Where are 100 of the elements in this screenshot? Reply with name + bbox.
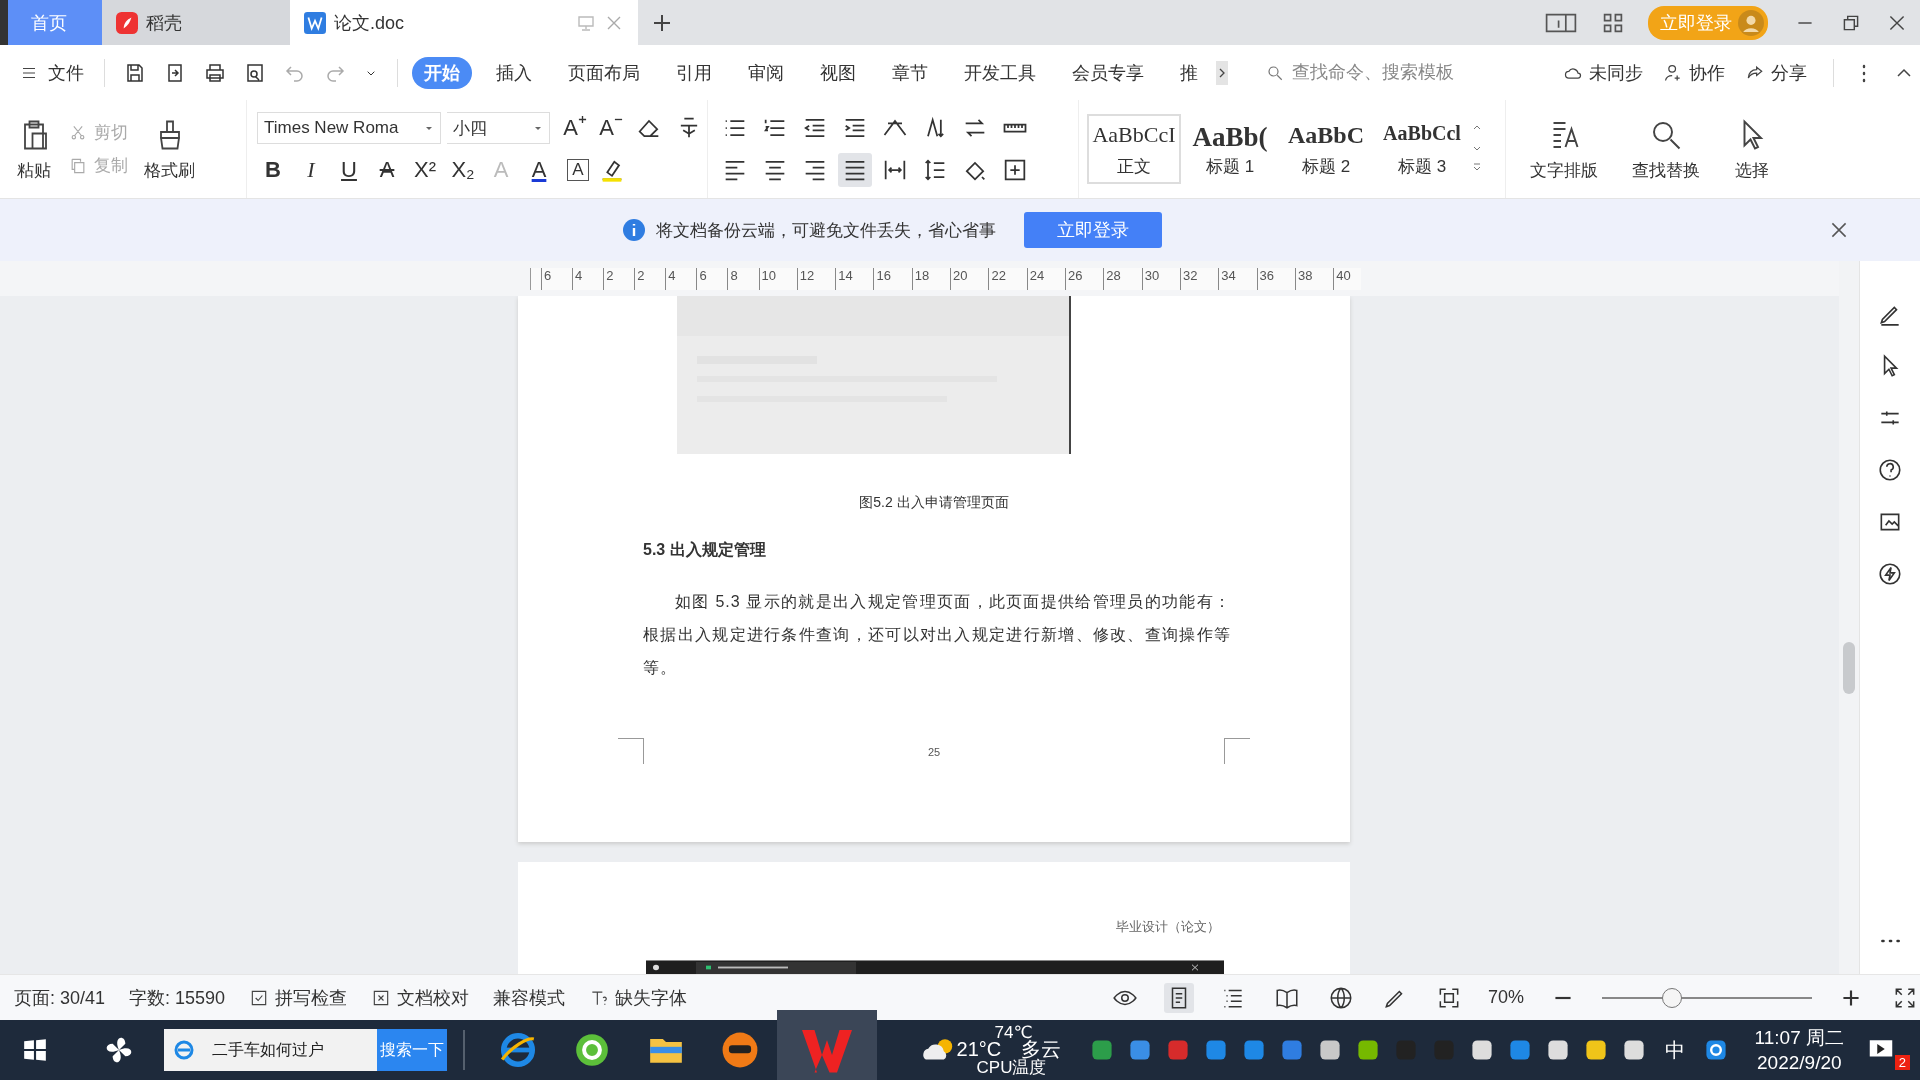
browser-icon[interactable] bbox=[499, 1031, 537, 1069]
ruler-number: 28 bbox=[1103, 267, 1121, 290]
tool-button[interactable]: 选择 bbox=[1734, 116, 1770, 182]
ruler-number: 14 bbox=[835, 267, 853, 290]
page-view-icon[interactable] bbox=[1163, 982, 1194, 1013]
app-tray-icon[interactable] bbox=[1703, 1038, 1728, 1062]
tool-button[interactable]: 文字排版 bbox=[1530, 116, 1598, 182]
bolt-icon[interactable] bbox=[1877, 561, 1903, 587]
ruler-number: 20 bbox=[950, 267, 968, 290]
tray-icon[interactable] bbox=[1317, 1038, 1342, 1062]
style-preset[interactable]: AaBbCcI 正文 bbox=[1087, 114, 1181, 184]
app-logo-icon bbox=[116, 11, 138, 34]
ruler-number: 34 bbox=[1218, 267, 1236, 290]
paragraph: 如图 5.3 显示的就是出入规定管理页面，此页面提供给管理员的功能有：根据出入规定进行条件查询，还可以对出入规定进行新增、修改、查询操作等等。 bbox=[643, 592, 1231, 678]
zoom-level[interactable]: 70% bbox=[1487, 987, 1524, 1008]
format-button[interactable]: A bbox=[523, 157, 555, 183]
format-button[interactable]: X² bbox=[409, 157, 441, 183]
notice-text: 将文档备份云端，可避免文件丢失，省心省事 bbox=[656, 219, 996, 242]
ribbon-tab[interactable]: 推 bbox=[1168, 56, 1210, 89]
plus-icon bbox=[577, 115, 587, 124]
info-icon bbox=[622, 218, 646, 242]
tray-icon[interactable] bbox=[1621, 1038, 1646, 1062]
crop-mark bbox=[618, 738, 644, 764]
ribbon-tab[interactable]: 开发工具 bbox=[952, 56, 1048, 89]
format-button[interactable]: X₂ bbox=[447, 157, 479, 183]
command-search-field[interactable]: 查找命令、搜索模板 bbox=[1266, 61, 1516, 84]
style-preset[interactable]: AaBbCcl 标题 3 bbox=[1375, 114, 1469, 184]
ruler-number: 40 bbox=[1333, 267, 1351, 290]
windows-start-icon[interactable] bbox=[22, 1037, 48, 1063]
ribbon-tab[interactable]: 审阅 bbox=[736, 56, 796, 89]
ruler-number: 2 bbox=[603, 267, 614, 290]
format-button[interactable]: I bbox=[295, 157, 327, 183]
ruler-number: 22 bbox=[988, 267, 1006, 290]
ribbon-tab[interactable]: 视图 bbox=[808, 56, 868, 89]
tray-icon[interactable] bbox=[1545, 1038, 1570, 1062]
weather-temperature: 21°C bbox=[956, 1038, 1002, 1061]
toolbar-action[interactable]: 分享 bbox=[1745, 60, 1807, 85]
font-size-button[interactable]: A bbox=[560, 115, 590, 141]
word-count: 字数: 15590 bbox=[129, 986, 226, 1010]
status-button[interactable]: 兼容模式 bbox=[493, 985, 566, 1010]
format-button[interactable]: B bbox=[257, 157, 289, 183]
ribbon-tab[interactable]: 章节 bbox=[880, 56, 940, 89]
ruler-number: 26 bbox=[1065, 267, 1083, 290]
ruler-number: 24 bbox=[1026, 267, 1045, 290]
login-button[interactable]: 立即登录 bbox=[1024, 212, 1162, 248]
taskbar-search-field[interactable]: 二手车如何过户 搜索一下 bbox=[164, 1029, 447, 1071]
vertical-scrollbar[interactable] bbox=[1839, 261, 1859, 974]
notification-count: 2 bbox=[1894, 1055, 1910, 1070]
ruler-number: 4 bbox=[665, 267, 676, 290]
browser-icon bbox=[172, 1038, 196, 1062]
style-preset[interactable]: AaBbC 标题 2 bbox=[1279, 114, 1373, 184]
ruler-number: 38 bbox=[1294, 267, 1313, 290]
search-button[interactable]: 搜索一下 bbox=[377, 1029, 447, 1071]
tray-icon[interactable] bbox=[1583, 1038, 1608, 1062]
font-name-field[interactable]: Times New Roma bbox=[257, 112, 441, 144]
ruler-number: 36 bbox=[1256, 267, 1275, 290]
slider-thumb[interactable] bbox=[1662, 987, 1683, 1008]
file-menu[interactable]: 文件 bbox=[20, 60, 90, 85]
writer-doc-icon bbox=[304, 11, 326, 34]
tray-icon[interactable] bbox=[1469, 1038, 1494, 1062]
format-button[interactable]: A bbox=[567, 159, 589, 181]
browser-icon[interactable] bbox=[573, 1031, 611, 1069]
figure-caption: 图5.2 出入申请管理页面 bbox=[858, 494, 1010, 512]
weather-description: 多云 bbox=[1020, 1038, 1061, 1060]
ribbon-tab[interactable]: 页面布局 bbox=[556, 56, 652, 89]
tool-button[interactable]: 查找替换 bbox=[1632, 116, 1700, 182]
paste-button[interactable]: 粘贴 bbox=[16, 116, 52, 182]
ribbon-tab[interactable]: 插入 bbox=[484, 56, 544, 89]
document-tab[interactable]: 稻壳 bbox=[102, 0, 290, 45]
chevron-right-icon[interactable] bbox=[1216, 59, 1228, 86]
avatar-icon bbox=[1738, 9, 1764, 36]
ruler-number: 32 bbox=[1180, 267, 1198, 290]
ribbon-tab[interactable]: 会员专享 bbox=[1060, 56, 1156, 89]
status-button[interactable]: 文档校对 bbox=[371, 985, 470, 1010]
page-number: 25 bbox=[926, 745, 942, 758]
justify-icon[interactable] bbox=[838, 153, 872, 187]
tray-icon[interactable] bbox=[1355, 1038, 1380, 1062]
page-count: 页面: 30/41 bbox=[14, 986, 106, 1010]
section-heading: 5.3 出入规定管理 bbox=[643, 540, 767, 560]
ribbon-tab[interactable]: 引用 bbox=[664, 56, 724, 89]
style-preset[interactable]: AaBb( 标题 1 bbox=[1183, 114, 1277, 184]
cpu-label: CPU温度 bbox=[976, 1058, 1047, 1079]
ruler-number: 4 bbox=[572, 267, 583, 290]
input-method[interactable]: 中 bbox=[1664, 1036, 1685, 1064]
ruler-number: 18 bbox=[911, 267, 930, 290]
toolbar-action[interactable]: 未同步 bbox=[1563, 60, 1643, 85]
format-painter-button[interactable]: 格式刷 bbox=[144, 116, 195, 182]
font-size-button[interactable]: A bbox=[596, 115, 626, 141]
new-tab-icon[interactable] bbox=[652, 12, 672, 33]
ruler-number: 6 bbox=[541, 267, 552, 290]
format-button[interactable]: U bbox=[333, 157, 365, 183]
tray-icon[interactable] bbox=[1127, 1038, 1152, 1062]
ruler-number: 2 bbox=[634, 267, 645, 290]
toolbar-action[interactable]: 协作 bbox=[1663, 60, 1725, 85]
font-size-field[interactable]: 小四 bbox=[447, 112, 550, 144]
status-button[interactable]: 拼写检查 bbox=[249, 985, 348, 1010]
ruler-number: 10 bbox=[758, 267, 776, 290]
status-button[interactable]: 缺失字体 bbox=[589, 985, 688, 1010]
help-icon[interactable] bbox=[1877, 457, 1903, 483]
format-button[interactable]: A bbox=[371, 157, 403, 183]
